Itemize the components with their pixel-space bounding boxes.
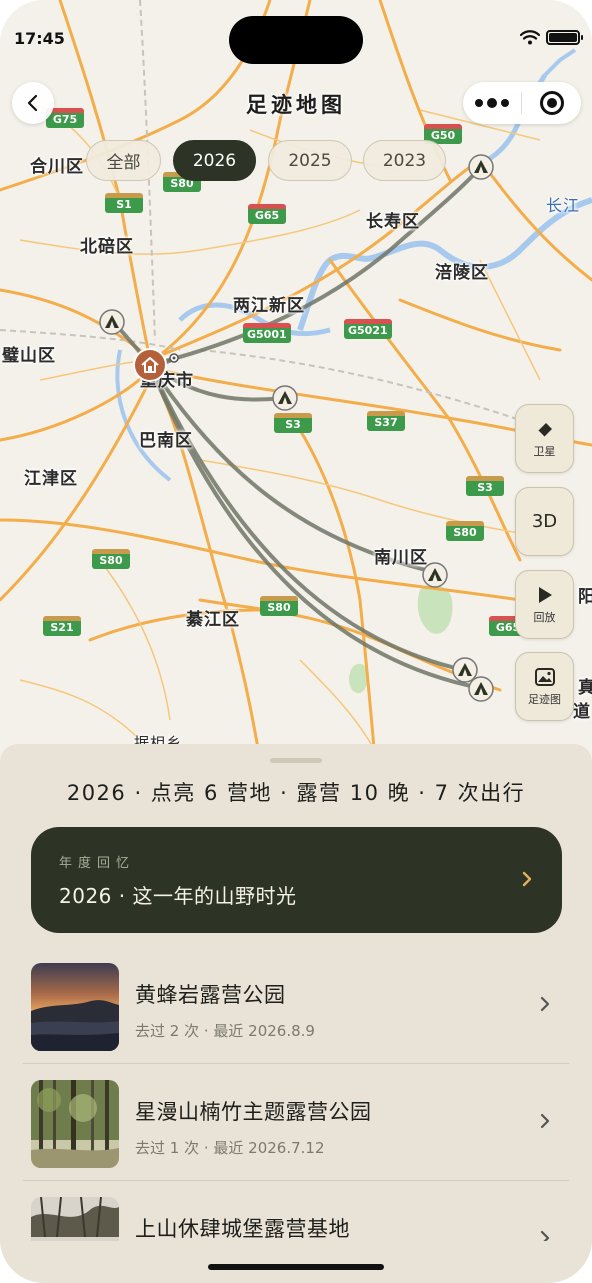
dot-icon bbox=[475, 99, 483, 107]
satellite-button[interactable]: 卫星 bbox=[515, 404, 574, 473]
chevron-right-icon bbox=[540, 1230, 550, 1241]
wifi-icon bbox=[520, 30, 540, 45]
map-label-edge-3: 道 bbox=[573, 702, 591, 722]
mini-program-capsule bbox=[463, 82, 581, 124]
replay-label: 回放 bbox=[533, 610, 556, 624]
status-time: 17:45 bbox=[14, 29, 65, 48]
home-marker-icon[interactable] bbox=[133, 348, 167, 382]
camp-marker-icon[interactable] bbox=[421, 561, 449, 589]
camp-marker-icon[interactable] bbox=[98, 308, 126, 336]
map-label-hechuan: 合川区 bbox=[30, 157, 84, 177]
campsite-name: 黄蜂岩露营公园 bbox=[135, 983, 286, 1007]
home-indicator[interactable] bbox=[208, 1264, 384, 1270]
3d-button[interactable]: 3D bbox=[515, 487, 574, 556]
camp-marker-icon[interactable] bbox=[467, 153, 495, 181]
dynamic-island bbox=[229, 16, 363, 64]
campsite-thumbnail bbox=[31, 1080, 119, 1168]
replay-button[interactable]: 回放 bbox=[515, 570, 574, 639]
close-button[interactable] bbox=[522, 82, 581, 124]
status-icons bbox=[520, 30, 583, 45]
chevron-right-icon bbox=[518, 867, 536, 891]
map-label-edge-2: 真 bbox=[578, 678, 592, 698]
road-shield: S80 bbox=[446, 521, 484, 541]
map-label-qijiang: 綦江区 bbox=[186, 610, 240, 630]
map-label-fuling: 涪陵区 bbox=[435, 263, 489, 283]
map-label-jiangjin: 江津区 bbox=[24, 469, 78, 489]
road-shield: S37 bbox=[367, 411, 405, 431]
chevron-left-icon bbox=[27, 94, 38, 112]
memory-card-title: 2026 · 这一年的山野时光 bbox=[59, 884, 297, 908]
more-button[interactable] bbox=[463, 82, 521, 124]
campsite-visit-meta: 去过 1 次 · 最近 2026.7.12 bbox=[135, 1139, 325, 1157]
road-shield: S1 bbox=[105, 193, 143, 213]
footprint-image-label: 足迹图 bbox=[528, 692, 561, 706]
campsite-visit-meta: 去过 2 次 · 最近 2026.8.9 bbox=[135, 1022, 315, 1040]
road-shield: G65 bbox=[248, 204, 286, 224]
location-dot-icon bbox=[169, 353, 179, 363]
road-shield: G5001 bbox=[243, 323, 291, 343]
chevron-right-icon bbox=[540, 1113, 550, 1129]
year-summary: 2026 · 点亮 6 营地 · 露营 10 晚 · 7 次出行 bbox=[66, 781, 526, 805]
dot-icon bbox=[487, 98, 497, 108]
target-icon bbox=[539, 91, 564, 115]
road-shield: G5021 bbox=[344, 319, 392, 339]
map-label-banan: 巴南区 bbox=[139, 431, 193, 451]
year-chip-2025[interactable]: 2025 bbox=[268, 140, 352, 181]
map-label-changshou: 长寿区 bbox=[366, 212, 420, 232]
road-shield: S80 bbox=[92, 549, 130, 569]
eraser-icon bbox=[536, 422, 552, 438]
campsite-thumbnail bbox=[31, 1197, 119, 1241]
satellite-label: 卫星 bbox=[533, 444, 556, 458]
year-chip-2026[interactable]: 2026 bbox=[173, 140, 256, 181]
map-label-nanchuan: 南川区 bbox=[374, 548, 428, 568]
footprint-image-button[interactable]: 足迹图 bbox=[515, 652, 574, 721]
year-chip-all[interactable]: 全部 bbox=[86, 140, 161, 181]
image-icon bbox=[534, 667, 555, 686]
battery-icon bbox=[546, 30, 583, 45]
map-label-bishan: 璧山区 bbox=[2, 346, 56, 366]
campsite-name: 星漫山楠竹主题露营公园 bbox=[135, 1100, 372, 1124]
camp-marker-icon[interactable] bbox=[271, 384, 299, 412]
memory-card-kicker: 年度回忆 bbox=[59, 856, 136, 871]
phone-screen: 合川区 北碚区 两江新区 长寿区 涪陵区 璧山区 重庆市 巴南区 江津区 南川区… bbox=[0, 0, 592, 1283]
campsite-list-item[interactable]: 星漫山楠竹主题露营公园 去过 1 次 · 最近 2026.7.12 bbox=[23, 1064, 569, 1181]
play-icon bbox=[538, 586, 552, 603]
map-label-liangjiang: 两江新区 bbox=[233, 296, 305, 316]
back-button[interactable] bbox=[12, 82, 54, 124]
road-shield: S3 bbox=[466, 476, 504, 496]
annual-memory-card[interactable]: 年度回忆 2026 · 这一年的山野时光 bbox=[31, 827, 562, 933]
road-shield: S80 bbox=[260, 596, 298, 616]
map-label-edge-1: 阳 bbox=[578, 587, 592, 607]
road-shield: S21 bbox=[43, 616, 81, 636]
campsite-thumbnail bbox=[31, 963, 119, 1051]
map-label-changjiang: 长江 bbox=[546, 196, 581, 215]
sheet-drag-handle[interactable] bbox=[270, 758, 322, 763]
campsite-list-item[interactable]: 上山休肆城堡露营基地 bbox=[23, 1181, 569, 1241]
bottom-sheet: 2026 · 点亮 6 营地 · 露营 10 晚 · 7 次出行 年度回忆 20… bbox=[0, 744, 592, 1283]
3d-label: 3D bbox=[531, 511, 558, 532]
road-shield: S3 bbox=[274, 413, 312, 433]
camp-marker-icon[interactable] bbox=[467, 675, 495, 703]
chevron-right-icon bbox=[540, 996, 550, 1012]
dot-icon bbox=[501, 99, 509, 107]
campsite-list-item[interactable]: 黄蜂岩露营公园 去过 2 次 · 最近 2026.8.9 bbox=[23, 947, 569, 1064]
campsite-name: 上山休肆城堡露营基地 bbox=[135, 1217, 350, 1241]
map-label-beibei: 北碚区 bbox=[80, 237, 134, 257]
year-chip-2023[interactable]: 2023 bbox=[363, 140, 446, 181]
